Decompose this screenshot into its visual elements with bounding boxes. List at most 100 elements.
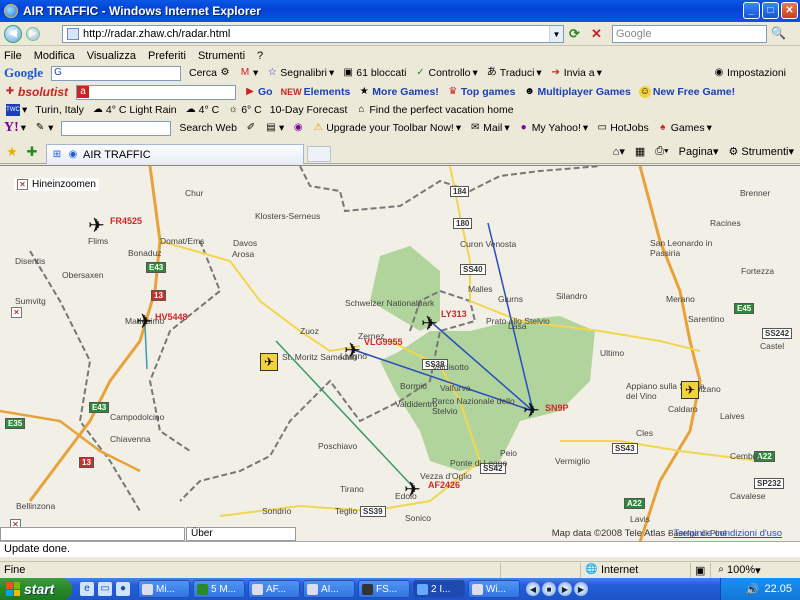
absolutist-search-input[interactable]: a: [76, 84, 236, 100]
feeds-icon[interactable]: ▦: [635, 145, 645, 158]
google-search-input[interactable]: G: [51, 65, 181, 81]
search-web-button[interactable]: Search Web: [179, 122, 237, 134]
quicklaunch-desktop-icon[interactable]: ▭: [98, 582, 112, 596]
multiplayer-link[interactable]: ☻ Multiplayer Games: [523, 86, 631, 98]
task-button[interactable]: AI...: [303, 580, 355, 598]
task-button[interactable]: FS...: [358, 580, 410, 598]
volume-icon[interactable]: 🔊: [746, 583, 760, 596]
clock[interactable]: 22.05: [764, 583, 792, 595]
popup-blocker[interactable]: ▣ 61 bloccati: [342, 67, 407, 79]
menu-file[interactable]: File: [4, 50, 22, 62]
new-elements-link[interactable]: NEW Elements: [281, 86, 351, 98]
flight-label[interactable]: FR4525: [110, 216, 142, 226]
absolutist-go-button[interactable]: ▶ Go: [244, 86, 272, 98]
more-games-link[interactable]: ★ More Games!: [358, 86, 439, 98]
address-bar[interactable]: http://radar.zhaw.ch/radar.html ▼: [62, 25, 564, 43]
pencil-button[interactable]: ✎ ▾: [34, 122, 53, 134]
menu-preferiti[interactable]: Preferiti: [148, 50, 186, 62]
quicklaunch-firefox-icon[interactable]: ●: [116, 582, 130, 596]
close-button[interactable]: ✕: [781, 2, 798, 19]
google-search-button[interactable]: Cerca ⚙: [189, 67, 231, 79]
flight-label[interactable]: HV5448: [155, 312, 188, 322]
aircraft-icon[interactable]: ✈: [523, 401, 540, 421]
forecast-link[interactable]: 10-Day Forecast: [270, 104, 348, 116]
tools-menu[interactable]: ⚙ Strumenti▾: [728, 145, 794, 158]
zoom-level[interactable]: ⌕ 100% ▾: [710, 562, 780, 578]
media-play-icon[interactable]: ▶: [558, 582, 572, 596]
weather-temp-1[interactable]: ☁ 4° C: [185, 104, 220, 116]
task-button[interactable]: Mi...: [138, 580, 190, 598]
terms-link[interactable]: Termini e condizioni d'uso: [674, 528, 782, 539]
back-button[interactable]: ◀: [4, 24, 22, 43]
quicklaunch-ie-icon[interactable]: e: [80, 582, 94, 596]
overview-close-icon[interactable]: ✕: [11, 307, 22, 318]
start-button[interactable]: start: [0, 578, 72, 600]
yahoo-options-button[interactable]: ▤ ▾: [265, 122, 284, 134]
home-icon[interactable]: ⌂▾: [613, 145, 625, 158]
vacation-link[interactable]: ⌂ Find the perfect vacation home: [355, 104, 513, 116]
task-button[interactable]: AF...: [248, 580, 300, 598]
zoom-control[interactable]: ✕ Hineinzoomen: [14, 178, 99, 191]
stop-icon[interactable]: ✕: [591, 26, 607, 42]
refresh-icon[interactable]: ⟳: [569, 26, 585, 42]
maximize-button[interactable]: □: [762, 2, 779, 19]
settings-button[interactable]: ◉ Impostazioni: [713, 67, 786, 79]
map-area[interactable]: 184 180 SS40 E43 13 E43 E35 SS38 SS42 SS39 E45 A22 S…: [0, 165, 800, 541]
aircraft-icon[interactable]: ✈: [88, 216, 105, 236]
task-button[interactable]: 5 M...: [193, 580, 245, 598]
menu-strumenti[interactable]: Strumenti: [198, 50, 245, 62]
weather-current[interactable]: ☁ 4° C Light Rain: [92, 104, 177, 116]
address-dropdown[interactable]: ▼: [549, 26, 563, 42]
antispy-button[interactable]: ◉: [292, 122, 304, 134]
add-favorite-icon[interactable]: ✚: [26, 145, 38, 158]
weather-city[interactable]: Turin, Italy: [35, 104, 84, 116]
protected-mode-icon[interactable]: ▣: [690, 562, 710, 578]
new-free-game-link[interactable]: ☺ New Free Game!: [638, 86, 735, 98]
aircraft-icon[interactable]: ✈: [344, 341, 361, 361]
airport-samedan-icon[interactable]: ✈: [260, 353, 278, 371]
page-menu[interactable]: Pagina▾: [679, 145, 719, 158]
close-icon[interactable]: ✕: [17, 179, 28, 190]
media-next-icon[interactable]: ▶: [574, 582, 588, 596]
media-stop-icon[interactable]: ■: [542, 582, 556, 596]
hotjobs-link[interactable]: ▭ HotJobs: [596, 122, 648, 134]
aircraft-icon[interactable]: ✈: [136, 312, 153, 332]
security-zone[interactable]: 🌐 Internet: [580, 562, 690, 578]
task-button[interactable]: Wi...: [468, 580, 520, 598]
menu-visualizza[interactable]: Visualizza: [87, 50, 136, 62]
tab-air-traffic[interactable]: ⊞ ◉ AIR TRAFFIC: [46, 144, 304, 164]
gmail-button[interactable]: M ▾: [239, 67, 258, 79]
yahoo-search-input[interactable]: [61, 120, 172, 136]
highlight-button[interactable]: ✐: [245, 122, 257, 134]
games-link[interactable]: ♠ Games ▾: [657, 122, 712, 134]
menu-modifica[interactable]: Modifica: [34, 50, 75, 62]
my-yahoo-link[interactable]: ● My Yahoo! ▾: [518, 122, 589, 134]
airport-bolzano-icon[interactable]: ✈: [681, 381, 699, 399]
new-tab-button[interactable]: [307, 146, 331, 162]
aircraft-icon[interactable]: ✈: [421, 314, 438, 334]
flight-label[interactable]: SN9P: [545, 403, 569, 413]
flight-label[interactable]: VLG9955: [364, 337, 403, 347]
upgrade-link[interactable]: ⚠ Upgrade your Toolbar Now! ▾: [312, 122, 461, 134]
minimize-button[interactable]: _: [743, 2, 760, 19]
mail-link[interactable]: ✉ Mail ▾: [469, 122, 510, 134]
search-icon[interactable]: 🔍: [771, 26, 787, 42]
bookmarks-button[interactable]: ☆ Segnalibri ▾: [266, 67, 334, 79]
weather-temp-2[interactable]: ☼ 6° C: [227, 104, 262, 116]
favorites-star-icon[interactable]: ★: [6, 145, 18, 158]
top-games-link[interactable]: ♛ Top games: [447, 86, 515, 98]
media-prev-icon[interactable]: ◀: [526, 582, 540, 596]
print-icon[interactable]: ⎙▾: [655, 145, 668, 158]
yahoo-logo[interactable]: Y! ▾: [4, 120, 26, 136]
menu-help[interactable]: ?: [257, 50, 263, 62]
send-button[interactable]: ➔ Invia a ▾: [550, 67, 602, 79]
flight-label[interactable]: LY313: [441, 309, 467, 319]
aircraft-icon[interactable]: ✈: [404, 480, 421, 500]
map-panel-uber-tab[interactable]: Über: [186, 527, 296, 541]
search-input[interactable]: Google: [612, 25, 767, 43]
spellcheck-button[interactable]: ✓ Controllo ▾: [414, 67, 478, 79]
task-button[interactable]: 2 I...: [413, 580, 465, 598]
flight-label[interactable]: AF2426: [428, 480, 460, 490]
translate-button[interactable]: あ Traduci ▾: [486, 67, 542, 79]
forward-button[interactable]: ▶: [26, 26, 40, 41]
